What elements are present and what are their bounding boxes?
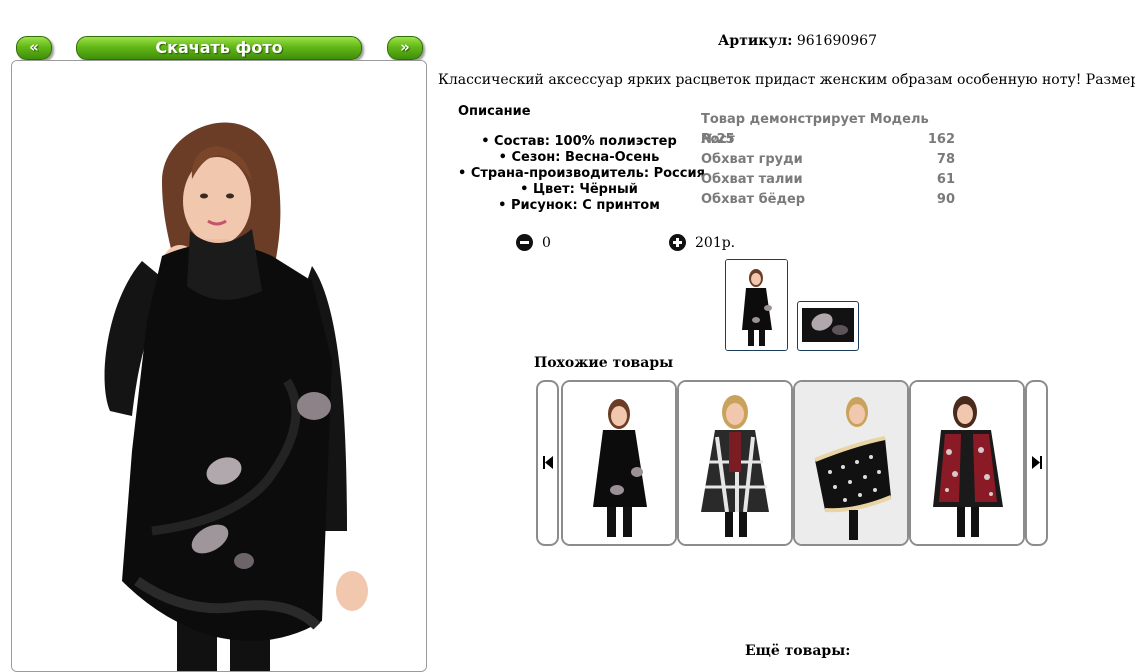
article-label: Артикул: bbox=[718, 33, 793, 49]
thumbnail-model[interactable] bbox=[725, 259, 788, 351]
measurement-value: 61 bbox=[936, 172, 955, 187]
model-title-row: Товар демонстрирует Модель №25 bbox=[701, 110, 955, 147]
thumbnail-detail-image bbox=[802, 308, 854, 342]
article-number: Артикул: 961690967 bbox=[718, 33, 877, 49]
measurement-value: 90 bbox=[936, 192, 955, 207]
property-pattern: • Рисунок: С принтом bbox=[498, 198, 660, 213]
measurement-row: Обхват бёдер 90 bbox=[701, 190, 955, 210]
minus-circle-icon[interactable] bbox=[516, 234, 533, 251]
next-photo-button[interactable]: » bbox=[387, 36, 423, 60]
carousel-prev-button[interactable] bbox=[536, 380, 559, 546]
similar-product-card[interactable] bbox=[677, 380, 793, 546]
chevron-double-left-icon: « bbox=[29, 38, 39, 56]
product-description-line: Классический аксессуар ярких расцветок п… bbox=[438, 72, 1135, 88]
property-composition: • Состав: 100% полиэстер bbox=[481, 134, 677, 149]
property-country: • Страна-производитель: Россия bbox=[458, 166, 705, 181]
quantity-value: 0 bbox=[542, 234, 551, 251]
measurement-label: Рост bbox=[701, 132, 735, 147]
similar-product-card[interactable] bbox=[909, 380, 1025, 546]
similar-product-image bbox=[679, 382, 791, 544]
description-properties: • Состав: 100% полиэстер • Сезон: Весна-… bbox=[458, 134, 705, 214]
download-photo-button[interactable]: Скачать фото bbox=[76, 36, 362, 60]
prev-photo-button[interactable]: « bbox=[16, 36, 52, 60]
similar-product-image bbox=[563, 382, 675, 544]
quantity-control: 0 bbox=[516, 234, 551, 251]
similar-products-title: Похожие товары bbox=[534, 355, 674, 371]
measurement-row: Рост 162 bbox=[701, 130, 955, 150]
skip-previous-icon bbox=[543, 456, 553, 469]
carousel-next-button[interactable] bbox=[1025, 380, 1048, 546]
add-to-cart-control: 201р. bbox=[669, 234, 735, 251]
model-measurements: Товар демонстрирует Модель №25 Рост 162 … bbox=[701, 110, 955, 210]
similar-product-image bbox=[795, 382, 907, 544]
thumbnail-model-image bbox=[726, 260, 787, 350]
property-color: • Цвет: Чёрный bbox=[520, 182, 638, 197]
similar-product-image bbox=[911, 382, 1023, 544]
measurement-value: 78 bbox=[936, 152, 955, 167]
measurement-value: 162 bbox=[927, 132, 955, 147]
model-title: Товар демонстрирует Модель №25 bbox=[701, 112, 929, 147]
measurement-label: Обхват талии bbox=[701, 172, 803, 187]
price-value: 201р. bbox=[695, 234, 736, 251]
main-product-photo[interactable] bbox=[11, 60, 427, 672]
model-photo-illustration bbox=[12, 61, 426, 671]
measurement-row: Обхват груди 78 bbox=[701, 150, 955, 170]
measurement-label: Обхват груди bbox=[701, 152, 803, 167]
description-title: Описание bbox=[458, 104, 531, 119]
measurement-row: Обхват талии 61 bbox=[701, 170, 955, 190]
property-season: • Сезон: Весна-Осень bbox=[498, 150, 660, 165]
thumbnail-detail[interactable] bbox=[797, 301, 859, 351]
chevron-double-right-icon: » bbox=[400, 38, 410, 56]
article-value: 961690967 bbox=[796, 33, 877, 49]
skip-next-icon bbox=[1032, 456, 1042, 469]
similar-product-card[interactable] bbox=[561, 380, 677, 546]
plus-circle-icon[interactable] bbox=[669, 234, 686, 251]
measurement-label: Обхват бёдер bbox=[701, 192, 806, 207]
similar-product-card[interactable] bbox=[793, 380, 909, 546]
download-label: Скачать фото bbox=[155, 38, 283, 57]
